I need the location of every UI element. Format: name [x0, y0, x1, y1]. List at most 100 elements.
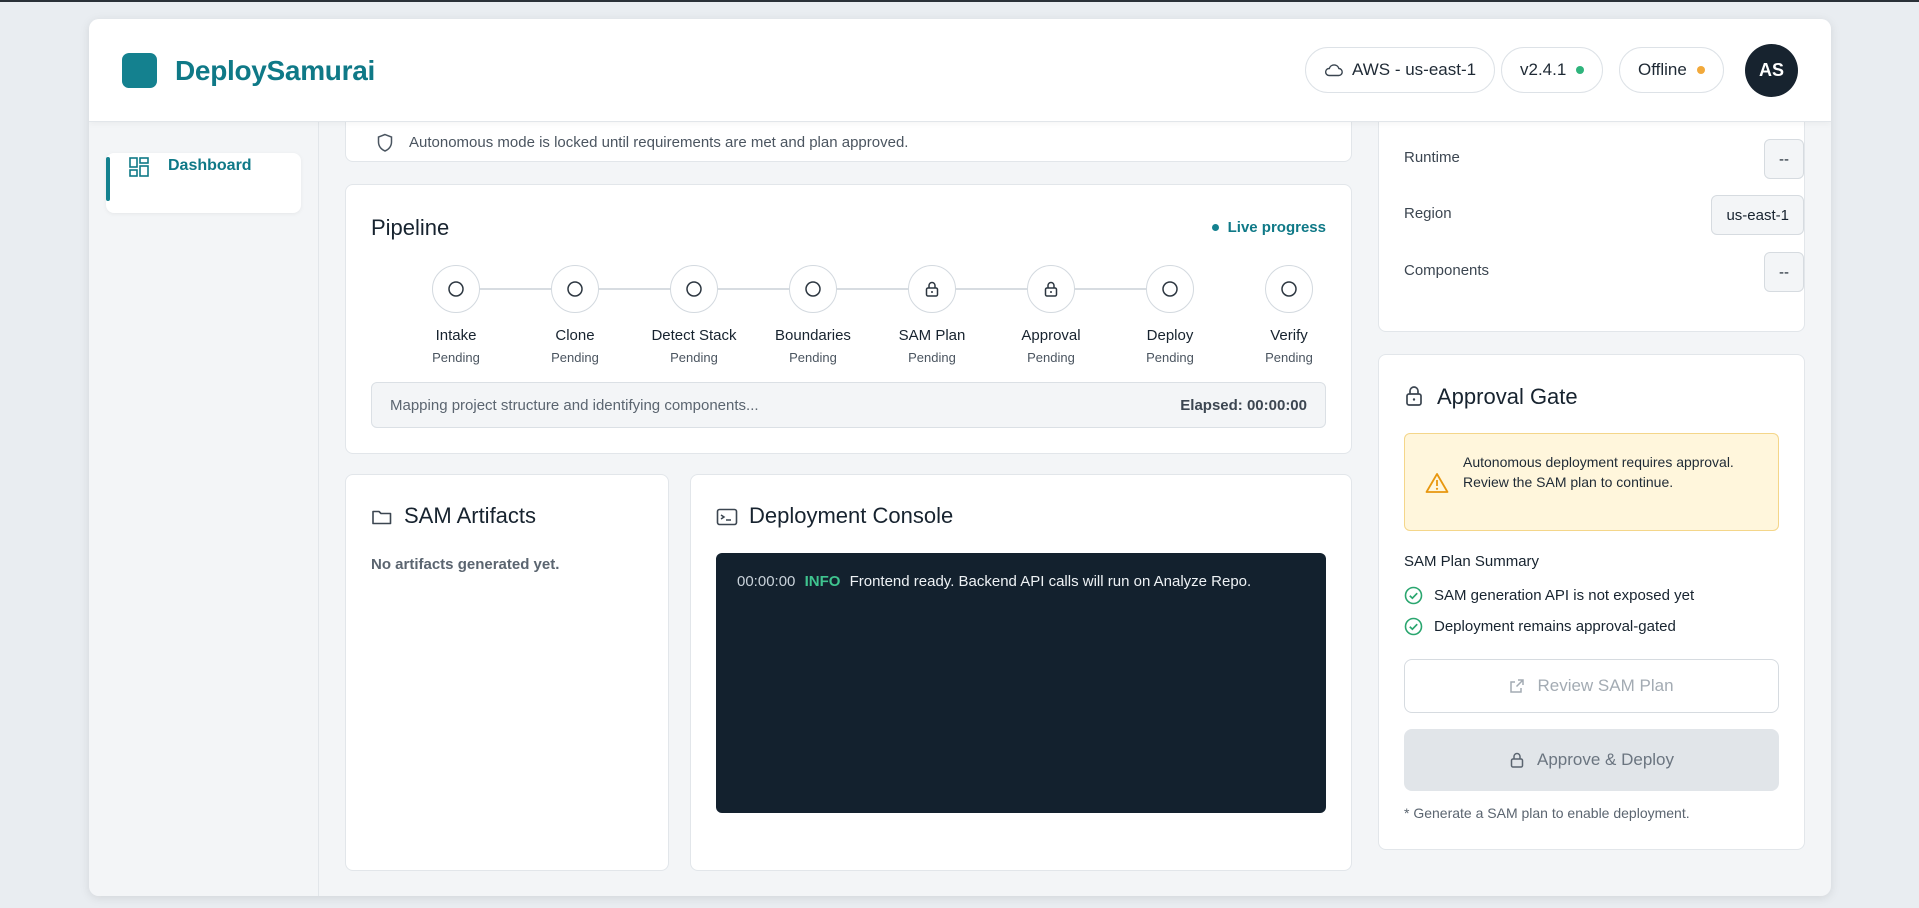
- region-pill-label: AWS - us-east-1: [1352, 60, 1477, 79]
- step-name: SAM Plan: [898, 327, 966, 344]
- approval-gate-title: Approval Gate: [1437, 384, 1578, 409]
- step-indicator: [1027, 265, 1075, 313]
- circle-icon: [1281, 281, 1297, 297]
- external-link-icon: [1510, 679, 1525, 693]
- detail-row-runtime: Runtime --: [1404, 139, 1804, 179]
- check-circle-icon: [1404, 617, 1423, 636]
- app-window: DeploySamurai AWS - us-east-1 v2.4.1 Off…: [89, 19, 1831, 896]
- step-indicator: [551, 265, 599, 313]
- step-name: Detect Stack: [651, 327, 737, 344]
- step-name: Deploy: [1146, 327, 1194, 344]
- pipeline-step-sam-plan[interactable]: SAM Plan Pending: [872, 265, 992, 366]
- summary-item-text: Deployment remains approval-gated: [1434, 618, 1676, 635]
- step-indicator: [1146, 265, 1194, 313]
- approve-deploy-button[interactable]: Approve & Deploy: [1404, 729, 1779, 791]
- pipeline-title: Pipeline: [371, 215, 450, 240]
- version-status-dot: [1576, 66, 1585, 74]
- step-indicator: [670, 265, 718, 313]
- pipeline-step-approval[interactable]: Approval Pending: [991, 265, 1111, 366]
- pipeline-step-intake[interactable]: Intake Pending: [396, 265, 516, 366]
- step-name: Boundaries: [775, 327, 851, 344]
- detail-label: Region: [1404, 205, 1452, 222]
- sidebar: Dashboard: [89, 122, 319, 896]
- detail-value: --: [1764, 252, 1804, 292]
- sam-artifacts-card: SAM Artifacts No artifacts generated yet…: [345, 474, 669, 871]
- lock-icon: [1044, 281, 1058, 297]
- connection-status-pill[interactable]: Offline: [1619, 47, 1724, 93]
- artifacts-empty-text: No artifacts generated yet.: [371, 556, 560, 573]
- summary-item: SAM generation API is not exposed yet: [1404, 586, 1694, 605]
- connection-status-label: Offline: [1638, 60, 1687, 79]
- step-status: Pending: [432, 350, 480, 365]
- step-status: Pending: [551, 350, 599, 365]
- live-dot: [1211, 224, 1219, 231]
- connection-status-dot: [1696, 66, 1705, 74]
- deployment-console-title: Deployment Console: [749, 503, 954, 528]
- sidebar-item-dashboard[interactable]: Dashboard: [106, 153, 301, 213]
- lock-icon: [1510, 752, 1524, 768]
- step-name: Approval: [1021, 327, 1081, 344]
- version-pill[interactable]: v2.4.1: [1501, 47, 1604, 93]
- step-name: Verify: [1270, 327, 1308, 344]
- live-progress-indicator: Live progress: [1211, 219, 1326, 236]
- dashboard-icon: [129, 157, 149, 177]
- cloud-icon: [1324, 64, 1343, 77]
- circle-icon: [448, 281, 464, 297]
- detail-label: Components: [1404, 262, 1490, 279]
- region-pill[interactable]: AWS - us-east-1: [1305, 47, 1496, 93]
- step-status: Pending: [1265, 350, 1313, 365]
- detail-label: Runtime: [1404, 149, 1460, 166]
- sam-artifacts-title: SAM Artifacts: [404, 503, 537, 528]
- console-output[interactable]: 00:00:00 INFO Frontend ready. Backend AP…: [716, 553, 1326, 813]
- autonomous-notice-text: Autonomous mode is locked until requirem…: [409, 134, 909, 151]
- review-sam-plan-button[interactable]: Review SAM Plan: [1404, 659, 1779, 713]
- summary-item: Deployment remains approval-gated: [1404, 617, 1676, 636]
- version-pill-label: v2.4.1: [1520, 60, 1567, 79]
- warning-icon: [1425, 473, 1449, 493]
- step-status: Pending: [789, 350, 837, 365]
- approval-gate-card: Approval Gate Autonomous deployment requ…: [1378, 354, 1805, 850]
- detail-row-components: Components --: [1404, 252, 1804, 292]
- folder-icon: [372, 510, 392, 525]
- pipeline-status-bar: Mapping project structure and identifyin…: [371, 382, 1326, 428]
- console-line-message: Frontend ready. Backend API calls will r…: [849, 573, 1252, 590]
- active-indicator: [106, 157, 110, 201]
- step-status: Pending: [908, 350, 956, 365]
- circle-icon: [805, 281, 821, 297]
- pipeline-step-detect-stack[interactable]: Detect Stack Pending: [634, 265, 754, 366]
- lock-icon: [1406, 386, 1422, 406]
- detail-value: us-east-1: [1711, 195, 1804, 235]
- elapsed-time: Elapsed: 00:00:00: [1180, 396, 1307, 414]
- pipeline-steps: Intake Pending Clone Pending Detect Stac…: [396, 265, 1313, 375]
- console-line-time: 00:00:00: [737, 573, 796, 590]
- logo-icon: [122, 53, 157, 88]
- step-status: Pending: [1027, 350, 1075, 365]
- approve-deploy-label: Approve & Deploy: [1536, 750, 1675, 769]
- live-progress-label: Live progress: [1227, 219, 1326, 236]
- pipeline-step-clone[interactable]: Clone Pending: [515, 265, 635, 366]
- user-avatar[interactable]: AS: [1745, 44, 1798, 97]
- detail-value: --: [1764, 139, 1804, 179]
- top-header: DeploySamurai AWS - us-east-1 v2.4.1 Off…: [89, 19, 1831, 122]
- pipeline-step-boundaries[interactable]: Boundaries Pending: [753, 265, 873, 366]
- circle-icon: [686, 281, 702, 297]
- approval-warning-alert: Autonomous deployment requires approval.…: [1404, 433, 1779, 531]
- check-circle-icon: [1404, 586, 1423, 605]
- pipeline-card: Pipeline Live progress Intake Pending Cl…: [345, 184, 1352, 454]
- approval-warning-text: Autonomous deployment requires approval.…: [1463, 454, 1734, 490]
- step-name: Intake: [435, 327, 477, 344]
- console-line-level: INFO: [804, 573, 841, 590]
- approval-footnote: * Generate a SAM plan to enable deployme…: [1404, 805, 1690, 821]
- pipeline-step-verify[interactable]: Verify Pending: [1229, 265, 1349, 366]
- pipeline-status-message: Mapping project structure and identifyin…: [390, 396, 759, 414]
- window-top-border: [0, 0, 1919, 2]
- step-indicator: [432, 265, 480, 313]
- summary-item-text: SAM generation API is not exposed yet: [1434, 587, 1695, 604]
- pipeline-step-deploy[interactable]: Deploy Pending: [1110, 265, 1230, 366]
- circle-icon: [1162, 281, 1178, 297]
- shield-icon: [377, 133, 393, 152]
- deployment-console-card: Deployment Console 00:00:00 INFO Fronten…: [690, 474, 1352, 871]
- console-line: 00:00:00 INFO Frontend ready. Backend AP…: [737, 573, 1305, 590]
- step-indicator: [1265, 265, 1313, 313]
- step-indicator: [789, 265, 837, 313]
